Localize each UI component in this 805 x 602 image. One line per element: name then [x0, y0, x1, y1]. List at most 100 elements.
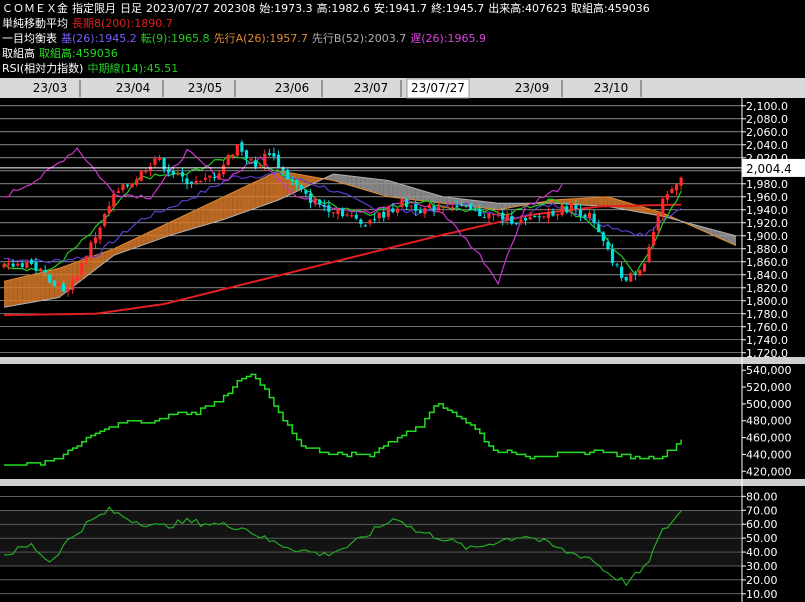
- oi-tick-label: 460,000: [746, 432, 792, 445]
- ichimoku-cloud-segment: [479, 201, 485, 209]
- candle-up: [84, 256, 88, 262]
- candle-up: [528, 217, 532, 220]
- ichimoku-cloud-segment: [383, 179, 389, 197]
- candle-up: [661, 198, 665, 215]
- candle-up: [638, 270, 642, 276]
- ichimoku-cloud-segment: [566, 198, 572, 205]
- ichimoku-cloud-segment: [379, 179, 384, 196]
- rsi-tick-label: 60.00: [746, 518, 778, 531]
- candle-down: [167, 168, 171, 173]
- price-tick-label: 1,780.0: [746, 308, 788, 321]
- candle-down: [52, 280, 56, 286]
- ichimoku-cloud-segment: [415, 188, 421, 201]
- candle-up: [153, 158, 157, 165]
- time-axis-label: 23/06: [275, 81, 310, 95]
- candle-down: [267, 153, 271, 155]
- candle-down: [469, 203, 473, 210]
- candle-up: [588, 212, 592, 219]
- time-axis-label: 23/05: [188, 81, 223, 95]
- candle-down: [171, 170, 175, 175]
- panel-separator[interactable]: [0, 357, 805, 364]
- candle-down: [48, 274, 52, 283]
- ichimoku-cloud-segment: [585, 197, 590, 206]
- ichimoku-cloud-segment: [22, 275, 27, 305]
- candle-up: [437, 206, 441, 210]
- candle-down: [551, 211, 555, 216]
- candle-up: [656, 213, 660, 231]
- candle-down: [382, 211, 386, 218]
- candle-up: [647, 246, 651, 263]
- price-tick-label: 1,900.0: [746, 230, 788, 243]
- ichimoku-cloud-segment: [40, 271, 46, 301]
- candle-down: [574, 205, 578, 210]
- time-axis-label: 23/07: [354, 81, 389, 95]
- candle-up: [395, 208, 400, 213]
- time-axis-label: 23/04: [116, 81, 151, 95]
- ichimoku-cloud-segment: [219, 196, 224, 221]
- candle-up: [199, 181, 203, 183]
- candle-up: [652, 231, 656, 246]
- candle-up: [546, 212, 551, 219]
- rsi-tick-label: 80.00: [746, 490, 778, 503]
- oi-tick-label: 480,000: [746, 415, 792, 428]
- candle-up: [135, 179, 139, 185]
- ichimoku-cloud-segment: [228, 192, 233, 218]
- price-tick-label: 1,840.0: [746, 269, 788, 282]
- candle-up: [560, 205, 564, 216]
- candle-up: [71, 278, 75, 290]
- chart-canvas[interactable]: 23/03 23/04 23/05 23/06 23/07 23/07/27 23/09 23…: [0, 0, 805, 602]
- candle-up: [331, 212, 335, 214]
- ichimoku-cloud-segment: [575, 198, 581, 205]
- candle-up: [400, 199, 404, 208]
- oi-tick-label: 520,000: [746, 381, 792, 394]
- rsi-tick-label: 50.00: [746, 532, 778, 545]
- ichimoku-cloud-segment: [443, 196, 448, 204]
- candle-up: [519, 219, 523, 224]
- ichimoku-cloud-segment: [360, 177, 366, 191]
- ichimoku-cloud-segment: [411, 187, 416, 201]
- candle-down: [565, 206, 569, 213]
- ichimoku-cloud-segment: [177, 216, 183, 234]
- candle-down: [322, 204, 326, 207]
- candle-down: [597, 224, 601, 232]
- ichimoku-cloud-segment: [562, 199, 567, 205]
- candle-down: [189, 181, 194, 184]
- ichimoku-cloud-segment: [402, 184, 407, 199]
- candle-down: [254, 160, 258, 167]
- oi-tick-label: 540,000: [746, 364, 792, 377]
- candle-up: [157, 157, 162, 161]
- ichimoku-cloud-segment: [26, 274, 32, 304]
- candle-down: [592, 213, 596, 223]
- candle-up: [6, 263, 11, 265]
- rsi-tick-label: 10.00: [746, 588, 778, 601]
- candle-down: [455, 205, 459, 207]
- candle-up: [377, 212, 381, 219]
- panel-separator[interactable]: [0, 479, 805, 486]
- ichimoku-cloud-segment: [58, 266, 64, 298]
- rsi-tick-label: 70.00: [746, 504, 778, 517]
- candle-down: [514, 222, 518, 225]
- ichimoku-cloud-segment: [205, 203, 210, 225]
- ichimoku-cloud-segment: [397, 183, 403, 199]
- candle-down: [212, 177, 217, 179]
- candle-down: [601, 232, 605, 241]
- candle-up: [505, 214, 509, 220]
- candle-down: [501, 212, 505, 220]
- candle-up: [555, 214, 560, 216]
- candle-down: [299, 185, 303, 190]
- candle-up: [235, 143, 239, 156]
- candle-down: [180, 172, 185, 177]
- candle-up: [93, 237, 98, 244]
- ichimoku-cloud-segment: [374, 178, 380, 195]
- candle-up: [336, 210, 340, 214]
- price-tick-label: 1,720.0: [746, 347, 788, 360]
- ichimoku-cloud-segment: [264, 175, 270, 205]
- ichimoku-cloud-segment: [493, 202, 499, 210]
- ichimoku-cloud-segment: [269, 172, 274, 204]
- ichimoku-cloud-segment: [392, 181, 398, 198]
- oi-tick-label: 420,000: [746, 465, 792, 478]
- candle-up: [491, 214, 496, 216]
- ichimoku-cloud-segment: [365, 177, 370, 192]
- candle-down: [240, 142, 244, 152]
- candle-up: [665, 194, 669, 200]
